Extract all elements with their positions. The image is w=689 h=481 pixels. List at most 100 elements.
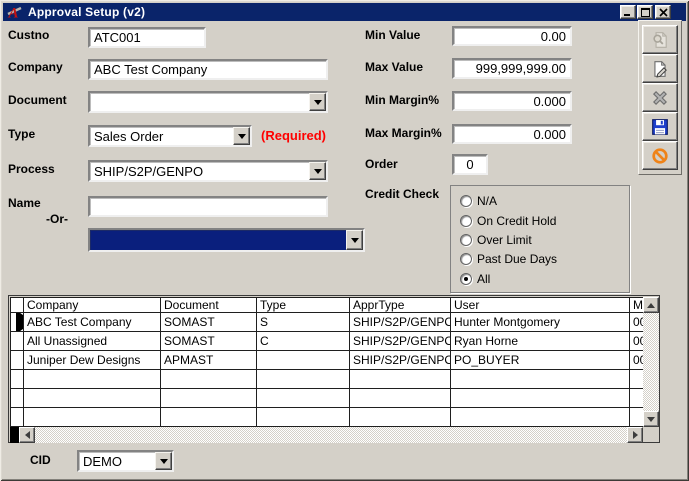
- grid-vertical-scrollbar[interactable]: [643, 297, 659, 427]
- max-value-input[interactable]: [454, 60, 570, 77]
- scroll-left-button[interactable]: [19, 427, 35, 443]
- table-row[interactable]: Juniper Dew Designs APMAST SHIP/S2P/GENP…: [11, 351, 644, 370]
- col-header-min[interactable]: Min: [630, 298, 644, 313]
- chevron-down-icon: [160, 459, 168, 468]
- max-value-field[interactable]: [452, 58, 572, 79]
- name-alt-combo[interactable]: [88, 228, 365, 252]
- radio-na-label: N/A: [477, 194, 497, 208]
- scroll-up-button[interactable]: [643, 297, 659, 313]
- radio-past-due-days-label: Past Due Days: [477, 252, 557, 266]
- cell-user[interactable]: Hunter Montgomery: [451, 313, 630, 332]
- cell-user[interactable]: PO_BUYER: [451, 351, 630, 370]
- row-selector-cell[interactable]: [11, 332, 24, 351]
- col-header-document[interactable]: Document: [161, 298, 257, 313]
- col-header-type[interactable]: Type: [257, 298, 350, 313]
- table-row-empty[interactable]: [11, 389, 644, 408]
- min-margin-field[interactable]: [452, 91, 572, 111]
- col-header-user[interactable]: User: [451, 298, 630, 313]
- cell-company[interactable]: All Unassigned: [24, 332, 161, 351]
- document-combo[interactable]: [88, 91, 328, 113]
- custno-input[interactable]: [90, 29, 204, 46]
- chevron-down-icon: [351, 238, 359, 247]
- cell-document[interactable]: APMAST: [161, 351, 257, 370]
- radio-past-due-days[interactable]: Past Due Days: [460, 251, 557, 267]
- minimize-button[interactable]: [620, 5, 636, 19]
- radio-on-credit-hold[interactable]: On Credit Hold: [460, 213, 556, 229]
- process-combo[interactable]: SHIP/S2P/GENPO: [88, 160, 328, 182]
- max-margin-input[interactable]: [454, 126, 570, 142]
- max-margin-label: Max Margin%: [365, 126, 442, 140]
- radio-all[interactable]: All: [460, 271, 490, 287]
- type-required-note: (Required): [261, 128, 326, 143]
- min-value-input[interactable]: [454, 28, 570, 44]
- row-selector-cell[interactable]: [11, 351, 24, 370]
- max-margin-field[interactable]: [452, 124, 572, 144]
- company-input[interactable]: [90, 61, 326, 78]
- arrow-down-icon: [647, 417, 655, 426]
- col-header-apprtype[interactable]: ApprType: [350, 298, 451, 313]
- radio-over-limit[interactable]: Over Limit: [460, 232, 532, 248]
- radio-selected-icon: [460, 273, 472, 285]
- type-combo-value: Sales Order: [94, 129, 230, 144]
- cell-type[interactable]: C: [257, 332, 350, 351]
- col-header-company[interactable]: Company: [24, 298, 161, 313]
- scroll-down-button[interactable]: [643, 411, 659, 427]
- cell-document[interactable]: SOMAST: [161, 313, 257, 332]
- cell-user[interactable]: Ryan Horne: [451, 332, 630, 351]
- arrow-left-icon: [21, 431, 30, 439]
- table-row[interactable]: ABC Test Company SOMAST S SHIP/S2P/GENPO…: [11, 313, 644, 332]
- cid-combo[interactable]: DEMO: [77, 450, 174, 472]
- min-value-field[interactable]: [452, 26, 572, 46]
- cell-apprtype[interactable]: SHIP/S2P/GENPO: [350, 351, 451, 370]
- table-row-empty[interactable]: [11, 370, 644, 389]
- minimize-icon: [624, 8, 633, 17]
- grid-horizontal-scrollbar[interactable]: [10, 427, 643, 443]
- table-row[interactable]: All Unassigned SOMAST C SHIP/S2P/GENPO R…: [11, 332, 644, 351]
- grid-splitter-handle[interactable]: [10, 427, 19, 443]
- cid-combo-button[interactable]: [155, 452, 172, 470]
- edit-record-button[interactable]: [642, 54, 678, 83]
- radio-over-limit-label: Over Limit: [477, 233, 532, 247]
- scroll-right-button[interactable]: [627, 427, 643, 443]
- name-input[interactable]: [90, 198, 326, 215]
- radio-icon: [460, 215, 472, 227]
- document-label: Document: [8, 93, 67, 107]
- type-combo-button[interactable]: [233, 127, 250, 145]
- chevron-down-icon: [314, 169, 322, 178]
- cell-apprtype[interactable]: SHIP/S2P/GENPO: [350, 332, 451, 351]
- cell-company[interactable]: Juniper Dew Designs: [24, 351, 161, 370]
- order-field[interactable]: [452, 154, 488, 175]
- type-combo[interactable]: Sales Order: [88, 125, 252, 147]
- radio-icon: [460, 195, 472, 207]
- horizontal-scroll-track[interactable]: [35, 427, 627, 443]
- save-record-button[interactable]: [642, 112, 678, 141]
- floppy-disk-icon: [651, 118, 669, 136]
- name-field[interactable]: [88, 196, 328, 217]
- table-row-empty[interactable]: [11, 408, 644, 427]
- arrow-right-icon: [633, 431, 642, 439]
- order-input[interactable]: [454, 156, 486, 173]
- name-alt-combo-button[interactable]: [346, 230, 363, 250]
- min-margin-input[interactable]: [454, 93, 570, 109]
- process-combo-button[interactable]: [309, 162, 326, 180]
- cid-combo-value: DEMO: [83, 454, 152, 469]
- company-field[interactable]: [88, 59, 328, 80]
- cell-company[interactable]: ABC Test Company: [24, 313, 161, 332]
- cell-apprtype[interactable]: SHIP/S2P/GENPO: [350, 313, 451, 332]
- row-selector-cell[interactable]: [11, 313, 24, 332]
- cell-type[interactable]: [257, 351, 350, 370]
- cell-type[interactable]: S: [257, 313, 350, 332]
- cell-document[interactable]: SOMAST: [161, 332, 257, 351]
- cell-min[interactable]: 00: [630, 351, 644, 370]
- cell-min[interactable]: 00: [630, 313, 644, 332]
- radio-na[interactable]: N/A: [460, 193, 497, 209]
- title-bar[interactable]: A Approval Setup (v2): [3, 3, 686, 21]
- close-button[interactable]: [655, 5, 671, 19]
- maximize-button[interactable]: [637, 5, 653, 19]
- cell-min[interactable]: 00: [630, 332, 644, 351]
- document-combo-button[interactable]: [309, 93, 326, 111]
- custno-field[interactable]: [88, 27, 206, 48]
- cancel-button[interactable]: [642, 141, 678, 170]
- delete-record-button[interactable]: [642, 83, 678, 112]
- document-magnifier-icon: [651, 31, 669, 49]
